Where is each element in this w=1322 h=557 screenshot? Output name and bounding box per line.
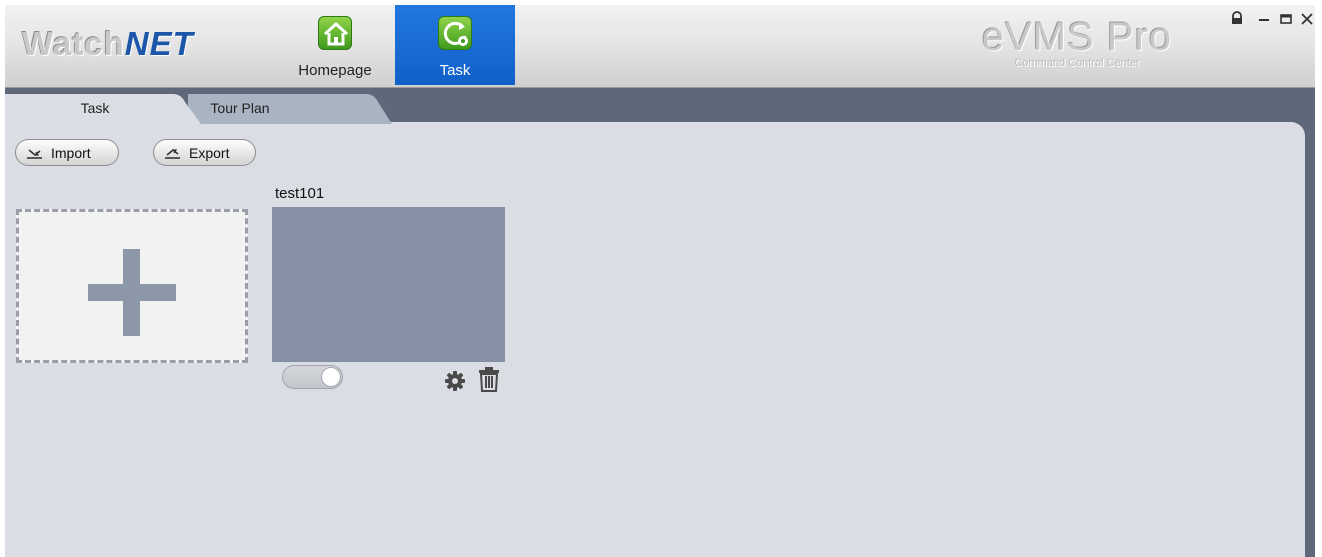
logo-part-net: NET	[124, 25, 194, 62]
trash-icon[interactable]	[476, 366, 502, 393]
tab-tour-plan[interactable]: Tour Plan	[188, 94, 392, 124]
tab-strip: Tour Plan Task	[5, 94, 505, 124]
logo-part-watch: Watch	[22, 25, 125, 62]
tab-task[interactable]: Task	[5, 94, 201, 124]
export-button[interactable]: Export	[153, 139, 256, 166]
app-window: WatchNET Homepage Task eVMS Pro Command …	[5, 5, 1315, 557]
home-icon	[318, 16, 352, 50]
close-icon[interactable]	[1298, 10, 1315, 28]
tab-task-label: Task	[80, 100, 110, 116]
toggle-knob	[321, 367, 341, 387]
tab-tour-plan-label: Tour Plan	[210, 100, 270, 116]
watchnet-logo: WatchNET	[22, 25, 194, 63]
minimize-icon[interactable]	[1255, 10, 1273, 28]
gear-icon[interactable]	[444, 370, 466, 392]
import-button[interactable]: Import	[15, 139, 119, 166]
import-icon	[27, 149, 42, 159]
nav-homepage-label: Homepage	[298, 62, 372, 79]
task-refresh-gear-icon	[438, 16, 472, 50]
lock-icon[interactable]	[1228, 10, 1246, 28]
nav-task-button[interactable]: Task	[395, 5, 515, 85]
add-task-card[interactable]	[16, 209, 248, 363]
header-bar: WatchNET Homepage Task eVMS Pro Command …	[5, 5, 1315, 88]
evms-brand: eVMS Pro Command Control Center	[967, 17, 1187, 69]
nav-homepage-button[interactable]: Homepage	[275, 5, 395, 85]
plus-icon-vertical	[123, 249, 140, 336]
maximize-icon[interactable]	[1277, 10, 1295, 28]
task-enable-toggle[interactable]	[282, 365, 343, 389]
import-label: Import	[51, 145, 91, 161]
brand-name: eVMS Pro	[981, 15, 1173, 59]
export-icon	[165, 148, 180, 159]
task-card-title: test101	[275, 185, 325, 202]
task-card-thumbnail[interactable]	[272, 207, 505, 362]
nav-task-label: Task	[439, 62, 471, 79]
export-label: Export	[189, 145, 230, 161]
